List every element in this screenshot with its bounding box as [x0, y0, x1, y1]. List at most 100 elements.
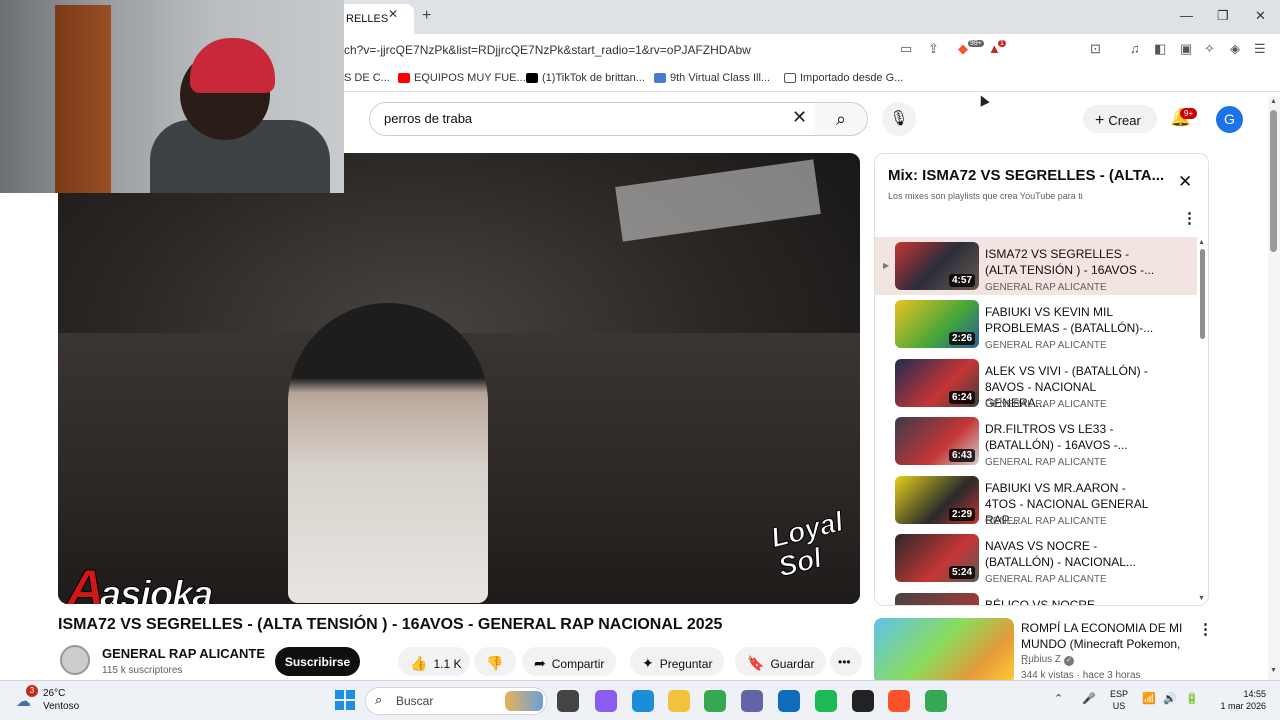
channel-avatar[interactable]: [60, 645, 90, 675]
taskbar-app-spotify[interactable]: [815, 690, 837, 712]
save-button[interactable]: 🔖 Guardar: [735, 647, 827, 676]
brave-shields-icon[interactable]: ◆: [958, 41, 968, 57]
vpn-icon[interactable]: ◈: [1230, 41, 1240, 57]
taskbar-app-copilot[interactable]: [595, 690, 617, 712]
bookmark-item[interactable]: (1)TikTok de brittan...: [526, 72, 645, 84]
playlist-item[interactable]: 6:43 DR.FILTROS VS LE33 - (BATALLÓN) - 1…: [875, 412, 1197, 470]
cloud-icon: [654, 73, 666, 83]
screenshot-icon[interactable]: ⊡: [1090, 41, 1101, 57]
bookmark-item[interactable]: Importado desde G...: [784, 72, 903, 84]
playlist-item-channel: GENERAL RAP ALICANTE: [985, 457, 1107, 468]
clear-search-icon[interactable]: ✕: [792, 107, 807, 128]
wallet-icon[interactable]: ▣: [1180, 41, 1192, 57]
sidebar-icon[interactable]: ◧: [1154, 41, 1166, 57]
language-indicator[interactable]: ESP US: [1110, 688, 1128, 712]
taskbar-app-folder[interactable]: [668, 690, 690, 712]
playlist-item-title: FABIUKI VS KEVIN MIL PROBLEMAS - (BATALL…: [985, 305, 1154, 335]
video-duration: 6:24: [948, 391, 975, 404]
taskbar-app-chrome-2[interactable]: [925, 690, 947, 712]
playlist-thumbnail: 2:29: [895, 476, 979, 524]
weather-widget[interactable]: 26°C Ventoso: [43, 687, 79, 713]
taskbar-app-teams[interactable]: [741, 690, 763, 712]
taskbar-search-placeholder: Buscar: [396, 694, 434, 708]
playlist-item[interactable]: ▶ 4:57 ISMA72 VS SEGRELLES - (ALTA TENSI…: [875, 237, 1197, 295]
music-icon[interactable]: ♫: [1130, 41, 1140, 56]
page-scroll-thumb[interactable]: [1270, 110, 1277, 252]
shields-badge: 99+: [968, 40, 984, 47]
bookmark-label: EQUIPOS MUY FUE...: [414, 72, 526, 84]
install-app-icon[interactable]: ▭: [900, 41, 912, 57]
windows-taskbar: ☁ 3 26°C Ventoso Buscar ⌕ ⌃ 🎤 ESP US 📶 🔊…: [0, 680, 1280, 720]
page-scroll-down-icon[interactable]: ▼: [1270, 667, 1277, 674]
microphone-tray-icon[interactable]: 🎤: [1082, 692, 1096, 705]
playlist-item[interactable]: 2:29 FABIUKI VS MR.AARON - 4TOS - NACION…: [875, 471, 1197, 529]
playlist-item[interactable]: BÉLICO VS NOCRE -: [875, 588, 1197, 605]
voice-search-button[interactable]: 🎙: [882, 102, 916, 136]
subscribe-button[interactable]: Suscribirse: [275, 647, 360, 676]
weather-desc: Ventoso: [43, 701, 80, 712]
playlist-item[interactable]: 6:24 ALEK VS VIVI - (BATALLÓN) - 8AVOS -…: [875, 354, 1197, 412]
tray-expand-icon[interactable]: ⌃: [1054, 692, 1063, 705]
more-actions-button[interactable]: •••: [830, 647, 862, 676]
new-tab-icon[interactable]: +: [422, 7, 431, 25]
page-scroll-up-icon[interactable]: ▲: [1270, 98, 1277, 105]
bookmark-item[interactable]: S DE C...: [344, 72, 390, 84]
volume-icon[interactable]: 🔊: [1163, 692, 1177, 705]
bookmark-item[interactable]: 9th Virtual Class Ill...: [654, 72, 770, 84]
like-button[interactable]: 👍 1.1 K: [398, 647, 470, 676]
menu-icon[interactable]: ☰: [1254, 41, 1266, 57]
taskbar-app-github[interactable]: [852, 690, 874, 712]
maximize-icon[interactable]: ❐: [1217, 8, 1229, 24]
battery-icon[interactable]: 🔋: [1185, 692, 1199, 705]
ask-button[interactable]: ✦ Preguntar: [630, 647, 725, 676]
taskbar-app-file-explorer-dark[interactable]: [557, 690, 579, 712]
video-player[interactable]: Aasioka Loyal Sol: [58, 153, 860, 604]
search-icon: ⌕: [835, 109, 847, 129]
taskbar-app-brave[interactable]: [888, 690, 910, 712]
playlist-item[interactable]: 5:24 NAVAS VS NOCRE - (BATALLÓN) - NACIO…: [875, 529, 1197, 587]
recommendation-channel[interactable]: Rubius Z ✓: [1021, 654, 1075, 666]
scroll-up-icon[interactable]: ▲: [1198, 239, 1205, 246]
close-playlist-icon[interactable]: ✕: [1178, 172, 1192, 192]
browser-tab-active[interactable]: RELLES: [344, 4, 414, 34]
close-window-icon[interactable]: ✕: [1255, 8, 1266, 24]
create-label: Crear: [1108, 113, 1141, 128]
playlist-scrollbar[interactable]: ▲ ▼: [1197, 237, 1207, 605]
playlist-list: ▶ 4:57 ISMA72 VS SEGRELLES - (ALTA TENSI…: [875, 237, 1197, 605]
channel-name[interactable]: GENERAL RAP ALICANTE: [102, 646, 265, 661]
scroll-down-icon[interactable]: ▼: [1198, 595, 1205, 602]
share-button[interactable]: ➦ Compartir: [522, 647, 617, 676]
leo-ai-icon[interactable]: ✧: [1204, 41, 1215, 57]
bookmark-label: S DE C...: [344, 72, 390, 84]
notifications-badge: 9+: [1180, 108, 1198, 119]
bookmark-item[interactable]: EQUIPOS MUY FUE...: [398, 72, 526, 84]
tab-close-icon[interactable]: ✕: [388, 7, 398, 21]
url-field[interactable]: ch?v=-jjrcQE7NzPk&list=RDjjrcQE7NzPk&sta…: [344, 43, 751, 57]
recommendation-more-icon[interactable]: ⋮: [1198, 620, 1213, 638]
start-button[interactable]: [335, 690, 355, 710]
recommendation-thumbnail[interactable]: [874, 618, 1014, 684]
youtube-icon: [398, 73, 410, 83]
now-playing-icon: ▶: [883, 261, 890, 270]
weather-badge: 3: [26, 685, 38, 697]
video-performer: [288, 303, 488, 603]
ask-label: Preguntar: [659, 657, 713, 671]
system-clock[interactable]: 14:55 1 mar 2026: [1210, 688, 1266, 712]
dislike-button[interactable]: 👎: [474, 647, 516, 676]
playlist-scroll-thumb[interactable]: [1200, 249, 1205, 339]
playlist-item[interactable]: 2:26 FABIUKI VS KEVIN MIL PROBLEMAS - (B…: [875, 295, 1197, 353]
recommendation-channel-name: Rubius Z: [1021, 654, 1062, 665]
save-label: Guardar: [770, 657, 815, 671]
taskbar-app-edge[interactable]: [632, 690, 654, 712]
taskbar-app-outlook[interactable]: [778, 690, 800, 712]
create-button[interactable]: + Crear: [1083, 105, 1157, 133]
wifi-icon[interactable]: 📶: [1142, 692, 1156, 705]
account-avatar[interactable]: G: [1216, 106, 1243, 133]
taskbar-app-chrome[interactable]: [704, 690, 726, 712]
search-button[interactable]: ⌕: [815, 102, 868, 136]
search-input[interactable]: perros de traba: [369, 102, 816, 136]
page-scrollbar[interactable]: ▲ ▼: [1268, 96, 1280, 680]
playlist-more-icon[interactable]: ⋮: [1182, 209, 1197, 227]
share-icon[interactable]: ⇪: [928, 41, 939, 57]
minimize-icon[interactable]: —: [1180, 8, 1193, 23]
